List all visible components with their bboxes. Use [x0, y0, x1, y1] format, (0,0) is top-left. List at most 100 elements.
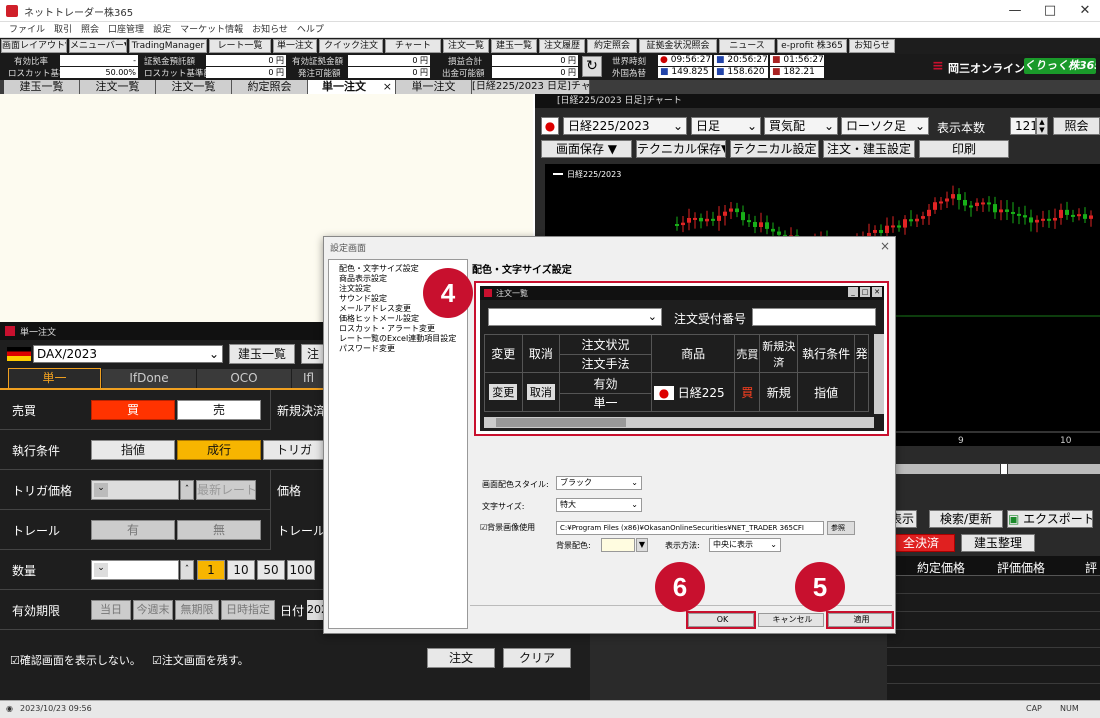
- export-button[interactable]: ▣ エクスポート: [1007, 510, 1093, 528]
- apply-button[interactable]: 適用: [828, 613, 892, 627]
- rate-list-button[interactable]: レート一覧: [209, 39, 271, 53]
- menu-trade[interactable]: 取引: [54, 22, 72, 38]
- technical-settings-button[interactable]: テクニカル設定: [730, 140, 819, 158]
- menubar-menu-button[interactable]: メニューバー▼: [69, 39, 127, 53]
- tree-item-losscut-alert[interactable]: ロスカット・アラート変更: [329, 324, 467, 334]
- chart-period-select[interactable]: 日足 ⌄: [691, 117, 761, 135]
- tab-ifdone-oco[interactable]: Ifl: [292, 369, 325, 388]
- clear-button[interactable]: クリア: [503, 648, 571, 668]
- order-position-settings-button[interactable]: 注文・建玉設定: [823, 140, 915, 158]
- chart-style-select[interactable]: ローソク足 ⌄: [841, 117, 929, 135]
- preview-change-button[interactable]: 変更: [489, 384, 518, 401]
- count-input[interactable]: 121: [1010, 117, 1036, 135]
- close-all-button[interactable]: 全決済: [887, 534, 955, 552]
- execution-inquiry-button[interactable]: 約定照会: [587, 39, 637, 53]
- menu-notice[interactable]: お知らせ: [252, 22, 288, 38]
- candle-body: [1065, 209, 1069, 215]
- tab-execution[interactable]: 約定照会: [232, 80, 308, 94]
- dialog-close-icon[interactable]: ×: [880, 239, 890, 253]
- market-button[interactable]: 成行: [177, 440, 261, 460]
- single-order-button[interactable]: 単一注文: [273, 39, 317, 53]
- chevron-down-icon[interactable]: ▼: [636, 538, 648, 552]
- label-trail-width: トレール値: [277, 524, 325, 538]
- tree-item-excel[interactable]: レート一覧のExcel連動項目設定: [329, 334, 467, 344]
- layout-menu-button[interactable]: 画面レイアウト▼: [1, 39, 67, 53]
- eprofit-button[interactable]: e-profit 株365: [777, 39, 847, 53]
- preview-filter-select[interactable]: ⌄: [488, 308, 662, 326]
- buy-button[interactable]: 買: [91, 400, 175, 420]
- close-window-button[interactable]: ✕: [1074, 2, 1096, 20]
- menu-market[interactable]: マーケット情報: [180, 22, 243, 38]
- tab-order-list-2[interactable]: 注文一覧: [156, 80, 232, 94]
- font-size-select[interactable]: 特大 ⌄: [556, 498, 642, 512]
- qty-1-button[interactable]: 1: [197, 560, 225, 580]
- sell-button[interactable]: 売: [177, 400, 261, 420]
- preview-receipt-input[interactable]: [752, 308, 876, 326]
- preview-hscroll[interactable]: [484, 417, 874, 428]
- margin-status-button[interactable]: 証拠金状況照会: [639, 39, 717, 53]
- qty-50-button[interactable]: 50: [257, 560, 285, 580]
- menu-file[interactable]: ファイル: [9, 22, 45, 38]
- bg-image-checkbox[interactable]: ☑背景画像使用: [480, 522, 535, 533]
- screen-save-button[interactable]: 画面保存 ▼: [541, 140, 632, 158]
- qty-10-button[interactable]: 10: [227, 560, 255, 580]
- technical-save-button[interactable]: テクニカル保存▼: [636, 140, 726, 158]
- minimize-button[interactable]: —: [1004, 2, 1026, 20]
- submit-order-button[interactable]: 注文: [427, 648, 495, 668]
- trading-manager-button[interactable]: TradingManager: [129, 39, 207, 53]
- ok-button[interactable]: OK: [688, 613, 754, 627]
- order-list-button[interactable]: 注文一覧: [443, 39, 489, 53]
- bg-image-path-input[interactable]: C:¥Program Files (x86)¥OkasanOnlineSecur…: [556, 521, 824, 535]
- menu-settings[interactable]: 設定: [153, 22, 171, 38]
- chevron-down-icon[interactable]: ⌄: [94, 563, 108, 577]
- print-button[interactable]: 印刷: [919, 140, 1009, 158]
- qty-100-button[interactable]: 100: [287, 560, 315, 580]
- chart-price-select[interactable]: 買気配 ⌄: [764, 117, 838, 135]
- confirm-checkbox[interactable]: ☑確認画面を表示しない。: [10, 652, 141, 668]
- search-update-button[interactable]: 検索/更新: [929, 510, 1003, 528]
- order-history-button[interactable]: 注文履歴: [539, 39, 585, 53]
- position-list-button[interactable]: 建玉一覧: [491, 39, 537, 53]
- preview-vscroll[interactable]: [874, 334, 884, 414]
- tree-item-password[interactable]: パスワード変更: [329, 344, 467, 354]
- tab-single[interactable]: 単一: [8, 368, 101, 388]
- news-button[interactable]: ニュース: [719, 39, 775, 53]
- refresh-icon[interactable]: ↻: [582, 56, 602, 77]
- menu-account[interactable]: 口座管理: [108, 22, 144, 38]
- maximize-button[interactable]: □: [1039, 2, 1061, 20]
- menu-inquiry[interactable]: 照会: [81, 22, 99, 38]
- quick-order-button[interactable]: クイック注文: [319, 39, 383, 53]
- order-position-list-button[interactable]: 建玉一覧: [229, 344, 295, 364]
- order-symbol-select[interactable]: DAX/2023 ⌄: [33, 345, 223, 363]
- tab-ifdone[interactable]: IfDone: [102, 369, 196, 388]
- chart-symbol-select[interactable]: 日経225/2023 ⌄: [563, 117, 687, 135]
- tab-close-icon[interactable]: ×: [383, 80, 392, 94]
- browse-button[interactable]: 参照: [827, 521, 855, 535]
- notice-button[interactable]: お知らせ: [849, 39, 895, 53]
- quantity-up-icon[interactable]: ˆ: [180, 560, 194, 580]
- count-stepper[interactable]: ▲ ▼: [1036, 117, 1048, 135]
- tab-single-order[interactable]: 単一注文: [396, 80, 472, 94]
- chart-scrollbar[interactable]: [890, 464, 1100, 474]
- bg-color-swatch[interactable]: [601, 538, 635, 552]
- trigger-button[interactable]: トリガ: [263, 440, 325, 460]
- chart-scroll-thumb[interactable]: [1000, 463, 1008, 475]
- label-side: 売買: [12, 404, 37, 418]
- keep-screen-checkbox[interactable]: ☑注文画面を残す。: [152, 652, 249, 668]
- preview-cancel-button[interactable]: 取消: [526, 384, 555, 401]
- color-style-select[interactable]: ブラック ⌄: [556, 476, 642, 490]
- tab-oco[interactable]: OCO: [197, 369, 291, 388]
- tab-position-list[interactable]: 建玉一覧: [4, 80, 80, 94]
- limit-button[interactable]: 指値: [91, 440, 175, 460]
- chart-button[interactable]: チャート: [385, 39, 441, 53]
- tab-single-order-active[interactable]: 単一注文 ×: [308, 80, 396, 94]
- order-extra-button[interactable]: 注: [301, 344, 325, 364]
- menu-help[interactable]: ヘルプ: [297, 22, 324, 38]
- position-organize-button[interactable]: 建玉整理: [961, 534, 1035, 552]
- tab-chart[interactable]: [日経225/2023 日足]チャート: [472, 80, 590, 94]
- chart-inquiry-button[interactable]: 照会: [1053, 117, 1100, 135]
- cancel-button[interactable]: キャンセル: [758, 613, 824, 627]
- display-method-select[interactable]: 中央に表示 ⌄: [709, 538, 781, 552]
- quantity-input[interactable]: ⌄: [91, 560, 179, 580]
- tab-order-list-1[interactable]: 注文一覧: [80, 80, 156, 94]
